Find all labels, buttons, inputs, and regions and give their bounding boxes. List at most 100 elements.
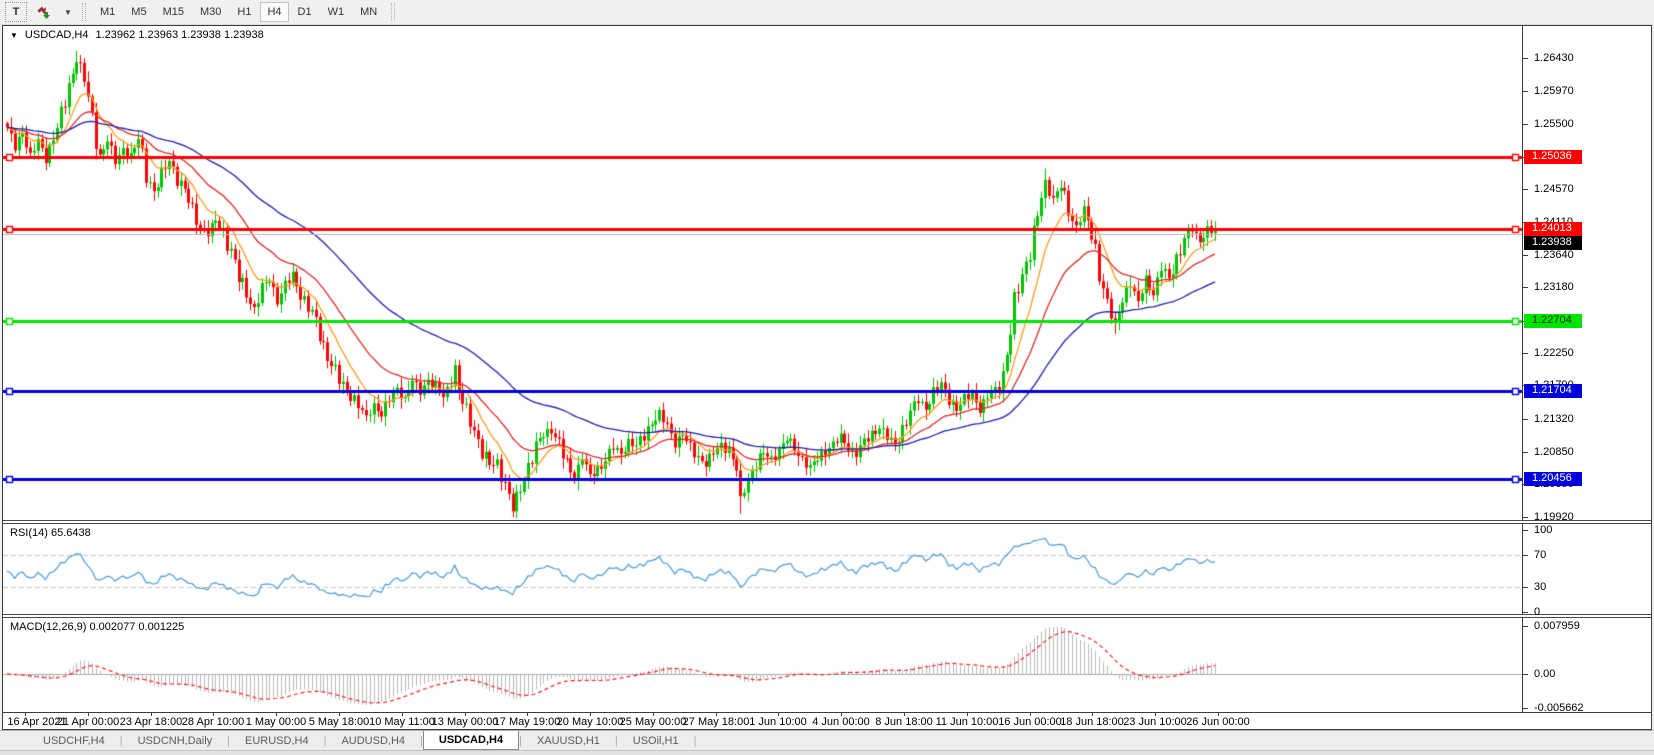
time-tick-label: 21 Apr 00:00 (57, 716, 119, 728)
timeframe-button-h4[interactable]: H4 (260, 2, 288, 22)
time-tick-label: 16 Jun 00:00 (998, 716, 1062, 728)
rsi-tick: 0 (1534, 606, 1540, 618)
price-tick: 1.24570 (1534, 183, 1574, 195)
time-tick-label: 27 May 18:00 (683, 716, 750, 728)
time-tick-label: 10 May 11:00 (369, 716, 435, 728)
chart-tab-usoil-h1[interactable]: USOil,H1 (618, 731, 694, 750)
price-tick: 1.23640 (1534, 249, 1574, 261)
timeframe-button-mn[interactable]: MN (353, 2, 384, 22)
bid-price-label: 1.23938 (1524, 236, 1582, 250)
price-tick-mark (1523, 189, 1528, 190)
chart-title: ▼ USDCAD,H4 1.23962 1.23963 1.23938 1.23… (10, 29, 264, 41)
chart-tab-usdcnh-daily[interactable]: USDCNH,Daily (123, 731, 228, 750)
time-tick-label: 1 Jun 10:00 (749, 716, 807, 728)
chart-tab-usdcad-h4[interactable]: USDCAD,H4 (423, 731, 519, 750)
macd-panel: MACD(12,26,9) 0.002077 0.001225 0.007959… (3, 618, 1651, 712)
time-tick-label: 13 May 00:00 (432, 716, 499, 728)
price-tick-mark (1523, 419, 1528, 420)
price-tick-mark (1523, 287, 1528, 288)
time-tick-label: 23 Apr 18:00 (120, 716, 182, 728)
bottom-scrollbar[interactable] (0, 750, 1654, 755)
rsi-tick: 30 (1534, 581, 1546, 593)
time-tick-label: 20 May 10:00 (557, 716, 624, 728)
main-chart-panel: ▼ USDCAD,H4 1.23962 1.23963 1.23938 1.23… (3, 26, 1651, 520)
macd-tick-mark (1523, 626, 1528, 627)
chart-tab-eurusd-h4[interactable]: EURUSD,H4 (230, 731, 324, 750)
chart-tab-audusd-h4[interactable]: AUDUSD,H4 (326, 731, 420, 750)
rsi-label: RSI(14) 65.6438 (10, 527, 91, 539)
rsi-chart-canvas[interactable] (3, 524, 1522, 614)
price-tick-mark (1523, 452, 1528, 453)
rsi-tick: 100 (1534, 524, 1552, 536)
rsi-panel: RSI(14) 65.6438 10070300 (3, 524, 1651, 614)
price-tick: 1.19920 (1534, 511, 1574, 523)
rsi-axis: 10070300 (1522, 524, 1651, 614)
hline-price-label: 1.20456 (1524, 472, 1582, 486)
time-tick-label: 25 May 00:00 (620, 716, 687, 728)
timeframe-button-w1[interactable]: W1 (321, 2, 352, 22)
price-tick-mark (1523, 124, 1528, 125)
macd-chart-canvas[interactable] (3, 618, 1522, 712)
price-tick-mark (1523, 353, 1528, 354)
time-tick-label: 18 Jun 18:00 (1060, 716, 1124, 728)
chart-tab-usdchf-h4[interactable]: USDCHF,H4 (28, 731, 120, 750)
macd-axis: 0.0079590.00-0.005662 (1522, 618, 1651, 712)
rsi-tick-mark (1523, 612, 1528, 613)
macd-tick: 0.007959 (1534, 620, 1580, 632)
time-tick-label: 17 May 19:00 (494, 716, 561, 728)
chart-tab-bar: USDCHF,H4|USDCNH,Daily|EURUSD,H4|AUDUSD,… (0, 730, 1654, 750)
time-tick-label: 11 Jun 10:00 (936, 716, 999, 728)
timeframe-button-m1[interactable]: M1 (93, 2, 122, 22)
rsi-tick-mark (1523, 555, 1528, 556)
price-tick: 1.22250 (1534, 347, 1574, 359)
time-tick-label: 1 May 00:00 (246, 716, 307, 728)
chart-title-ohlc: 1.23962 1.23963 1.23938 1.23938 (96, 29, 264, 41)
timeframe-button-d1[interactable]: D1 (291, 2, 319, 22)
price-tick-mark (1523, 58, 1528, 59)
macd-tick-mark (1523, 708, 1528, 709)
rsi-tick-mark (1523, 587, 1528, 588)
collapse-triangle-icon[interactable]: ▼ (10, 31, 18, 40)
time-tick-label: 4 Jun 00:00 (812, 716, 870, 728)
timeframe-button-m15[interactable]: M15 (156, 2, 191, 22)
macd-label: MACD(12,26,9) 0.002077 0.001225 (10, 621, 184, 633)
top-toolbar: T ▼ M1M5M15M30H1H4D1W1MN (0, 0, 1654, 25)
price-tick-mark (1523, 255, 1528, 256)
arrows-tool-icon (36, 5, 52, 19)
tab-separator: | (694, 731, 697, 750)
timeframe-button-group: M1M5M15M30H1H4D1W1MN (92, 2, 385, 22)
chart-title-symbol: USDCAD,H4 (25, 29, 89, 41)
macd-tick-mark (1523, 674, 1528, 675)
arrows-tool-button[interactable] (29, 2, 59, 22)
timeframe-button-h1[interactable]: H1 (230, 2, 258, 22)
chevron-down-icon: ▼ (64, 8, 72, 17)
timeframe-button-m5[interactable]: M5 (124, 2, 153, 22)
toolbar-separator (82, 3, 86, 21)
rsi-tick-mark (1523, 530, 1528, 531)
text-tool-button[interactable]: T (5, 2, 27, 22)
price-tick-mark (1523, 91, 1528, 92)
price-tick: 1.21320 (1534, 413, 1574, 425)
hline-price-label: 1.21704 (1524, 384, 1582, 398)
hline-price-label: 1.22704 (1524, 314, 1582, 328)
price-tick: 1.25500 (1534, 118, 1574, 130)
chart-tab-xauusd-h1[interactable]: XAUUSD,H1 (522, 731, 615, 750)
time-tick-label: 8 Jun 18:00 (875, 716, 933, 728)
price-tick-mark (1523, 517, 1528, 518)
time-tick-label: 23 Jun 10:00 (1123, 716, 1187, 728)
price-tick: 1.25970 (1534, 85, 1574, 97)
chart-window: ▼ USDCAD,H4 1.23962 1.23963 1.23938 1.23… (2, 25, 1652, 730)
hline-price-label: 1.25036 (1524, 150, 1582, 164)
arrows-dropdown-button[interactable]: ▼ (61, 2, 75, 22)
price-tick: 1.20850 (1534, 446, 1574, 458)
timeframe-button-m30[interactable]: M30 (193, 2, 228, 22)
macd-tick: 0.00 (1534, 668, 1555, 680)
time-tick-label: 26 Jun 00:00 (1186, 716, 1250, 728)
price-tick: 1.23180 (1534, 281, 1574, 293)
hline-price-label: 1.24013 (1524, 222, 1582, 236)
price-tick: 1.26430 (1534, 52, 1574, 64)
price-chart-canvas[interactable] (3, 26, 1522, 520)
time-axis[interactable]: 16 Apr 202121 Apr 00:0023 Apr 18:0028 Ap… (3, 712, 1651, 729)
time-tick-label: 5 May 18:00 (309, 716, 370, 728)
toolbar-separator (391, 3, 395, 21)
